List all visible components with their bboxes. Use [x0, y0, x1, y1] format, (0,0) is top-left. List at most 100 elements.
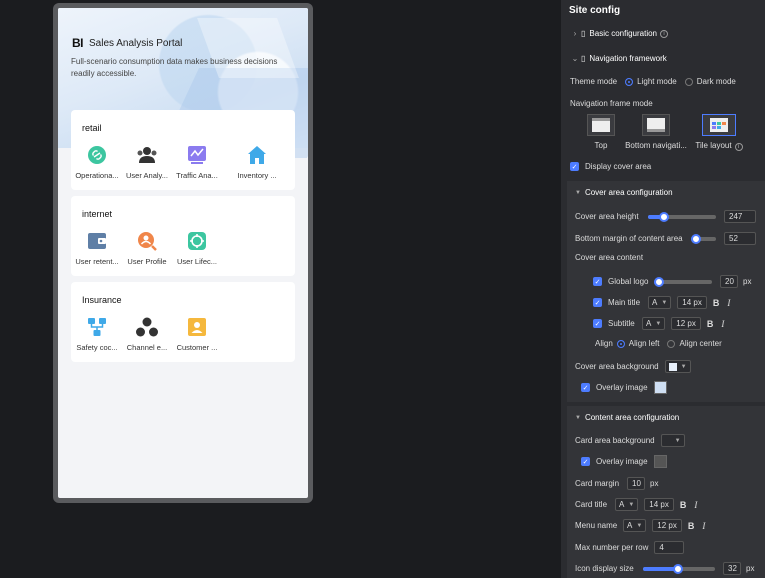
subtitle-row: ✓ Subtitle A ▼ 12 px B I	[593, 317, 725, 330]
menu-item[interactable]: Customer ...	[172, 316, 222, 352]
italic-button[interactable]: I	[694, 500, 697, 510]
menu-name-row: Menu name A ▼ 12 px B I	[575, 519, 706, 532]
global-logo-input[interactable]: 20	[720, 275, 738, 288]
chevron-right-icon: ›	[573, 29, 577, 38]
card-title-font-select[interactable]: A ▼	[615, 498, 639, 511]
card-background-color-picker[interactable]: ▼	[660, 434, 685, 447]
panel-title: Site config	[569, 5, 621, 16]
main-title-checkbox[interactable]: ✓	[593, 298, 602, 307]
theme-mode-row: Theme mode Light mode Dark mode	[570, 77, 736, 86]
customer-icon	[186, 316, 208, 338]
cover-overlay-image-thumbnail[interactable]	[653, 381, 667, 394]
menu-item[interactable]: User Analy...	[122, 144, 172, 180]
icon-size-row: Icon display size 32 px	[575, 562, 755, 575]
bottom-margin-row: Bottom margin of content area 52	[575, 232, 765, 245]
cover-overlay-row: ✓ Overlay image	[581, 381, 765, 394]
content-overlay-checkbox[interactable]: ✓	[581, 457, 590, 466]
card-title: Insurance	[82, 295, 122, 305]
display-cover-checkbox[interactable]: ✓	[570, 162, 579, 171]
triangle-nodes-icon	[136, 316, 158, 338]
menu-item[interactable]: Channel e...	[122, 316, 172, 352]
home-icon	[246, 144, 268, 166]
card-retail: retail Operationa... User Analy... Traff…	[71, 110, 295, 190]
content-config-header[interactable]: ▼ Content area configuration	[575, 413, 765, 422]
align-row: Align Align left Align center	[595, 339, 722, 348]
bold-button[interactable]: B	[680, 500, 687, 510]
subtitle-size-input[interactable]: 12 px	[671, 317, 701, 330]
icon-size-input[interactable]: 32	[723, 562, 741, 575]
radio-dark-mode[interactable]	[684, 77, 693, 86]
radio-align-left[interactable]	[616, 339, 625, 348]
menu-item[interactable]: Safety coc...	[72, 316, 122, 352]
site-config-panel: Site config › ▯ Basic configuration i ⌄ …	[561, 0, 765, 578]
cover-background-color-picker[interactable]: ▼	[664, 360, 691, 373]
caret-down-icon: ▼	[575, 414, 581, 421]
menu-item[interactable]: Inventory ...	[232, 144, 282, 180]
mobile-preview-screen: BI Sales Analysis Portal Full-scenario c…	[58, 8, 308, 498]
menu-item[interactable]: Operationa...	[72, 144, 122, 180]
display-cover-area-row[interactable]: ✓ Display cover area	[570, 162, 765, 171]
portal-header: BI Sales Analysis Portal	[72, 36, 182, 50]
bottom-margin-slider[interactable]	[691, 233, 716, 244]
menu-item[interactable]: User retent...	[72, 230, 122, 266]
main-title-size-input[interactable]: 14 px	[677, 296, 707, 309]
cover-content-label: Cover area content	[575, 253, 644, 262]
radio-light-mode[interactable]	[625, 77, 634, 86]
nav-option-bottom[interactable]: Bottom navigati...	[623, 114, 689, 150]
info-icon[interactable]: i	[660, 29, 668, 38]
main-title-font-select[interactable]: A ▼	[648, 296, 672, 309]
users-icon	[136, 144, 158, 166]
max-per-row-row: Max number per row 4	[575, 541, 765, 554]
bottom-margin-input[interactable]: 52	[724, 232, 756, 245]
mobile-preview-frame: BI Sales Analysis Portal Full-scenario c…	[53, 3, 313, 503]
global-logo-slider[interactable]	[654, 276, 712, 287]
global-logo-row: ✓ Global logo 20 px	[593, 275, 752, 288]
content-overlay-image-thumbnail[interactable]	[653, 455, 667, 468]
link-icon	[86, 144, 108, 166]
icon-size-slider[interactable]	[643, 563, 715, 574]
user-search-icon	[136, 230, 158, 252]
bold-button[interactable]: B	[713, 298, 720, 308]
subtitle-checkbox[interactable]: ✓	[593, 319, 602, 328]
flow-icon	[86, 316, 108, 338]
menu-item[interactable]: Traffic Ana...	[172, 144, 222, 180]
nav-frame-mode-label: Navigation frame mode	[570, 99, 653, 108]
menu-name-size-input[interactable]: 12 px	[652, 519, 682, 532]
card-internet: internet User retent... User Profile Use…	[71, 196, 295, 276]
card-margin-row: Card margin 10 px	[575, 477, 659, 490]
cover-background-row: Cover area background ▼	[575, 360, 765, 373]
cover-config-header[interactable]: ▼ Cover area configuration	[575, 188, 765, 197]
global-logo-checkbox[interactable]: ✓	[593, 277, 602, 286]
caret-down-icon: ▼	[575, 189, 581, 196]
menu-name-font-select[interactable]: A ▼	[623, 519, 647, 532]
info-icon[interactable]: i	[734, 143, 743, 151]
cover-height-input[interactable]: 247	[724, 210, 756, 223]
cover-height-row: Cover area height 247	[575, 210, 765, 223]
wallet-icon	[86, 230, 108, 252]
cover-height-slider[interactable]	[648, 211, 716, 222]
content-overlay-row: ✓ Overlay image	[581, 455, 765, 468]
menu-item[interactable]: User Lifec...	[172, 230, 222, 266]
global-logo: BI	[72, 36, 84, 50]
italic-button[interactable]: I	[727, 298, 730, 308]
bold-button[interactable]: B	[707, 319, 714, 329]
section-basic-configuration[interactable]: › ▯ Basic configuration i	[569, 29, 765, 38]
card-margin-input[interactable]: 10	[627, 477, 646, 490]
section-navigation-framework[interactable]: ⌄ ▯ Navigation framework	[569, 54, 765, 63]
italic-button[interactable]: I	[721, 319, 724, 329]
phone-icon: ▯	[581, 29, 586, 38]
nav-option-top[interactable]: Top	[586, 114, 616, 150]
italic-button[interactable]: I	[702, 521, 705, 531]
max-per-row-input[interactable]: 4	[654, 541, 685, 554]
card-title-size-input[interactable]: 14 px	[644, 498, 674, 511]
subtitle-font-select[interactable]: A ▼	[642, 317, 666, 330]
nav-option-tile-layout[interactable]: Tile layout i	[694, 114, 744, 151]
cover-overlay-checkbox[interactable]: ✓	[581, 383, 590, 392]
menu-item[interactable]: User Profile	[122, 230, 172, 266]
cover-area-configuration: ▼ Cover area configuration Cover area he…	[567, 181, 765, 402]
portal-subtitle: Full-scenario consumption data makes bus…	[71, 57, 278, 78]
radio-align-center[interactable]	[667, 339, 676, 348]
card-background-row: Card area background ▼	[575, 434, 765, 447]
bold-button[interactable]: B	[688, 521, 695, 531]
main-title-row: ✓ Main title A ▼ 14 px B I	[593, 296, 731, 309]
